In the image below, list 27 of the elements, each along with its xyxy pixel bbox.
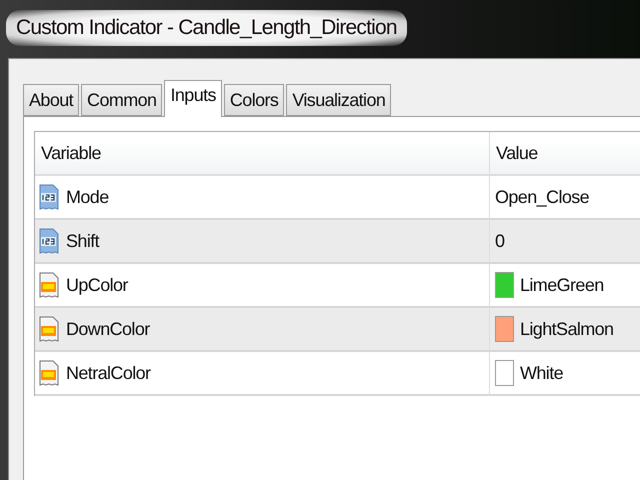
value-cell[interactable]: White (489, 352, 640, 396)
value-cell[interactable]: LightSalmon (489, 308, 640, 352)
value-text: LightSalmon (520, 318, 614, 340)
variable-name: UpColor (66, 274, 128, 296)
value-text: LimeGreen (520, 274, 604, 296)
value-text: 0 (495, 230, 504, 252)
tab[interactable]: Colors (224, 84, 284, 116)
tab[interactable]: Common (81, 84, 162, 116)
variable-name: DownColor (66, 318, 150, 340)
tab[interactable]: About (23, 84, 80, 116)
value-cell[interactable]: LimeGreen (489, 264, 640, 308)
value-cell[interactable]: Open_Close (489, 176, 640, 220)
value-cell[interactable]: 0 (489, 220, 640, 264)
color-icon (38, 271, 60, 299)
number-icon (38, 183, 60, 211)
window-title: Custom Indicator - Candle_Length_Direction (6, 10, 407, 46)
value-text: White (520, 362, 564, 384)
tab[interactable]: Inputs (164, 80, 222, 117)
value-text: Open_Close (495, 186, 590, 208)
color-icon (38, 315, 60, 343)
number-icon (38, 227, 60, 255)
color-icon (38, 359, 60, 387)
tab[interactable]: Visualization (286, 84, 392, 116)
column-header[interactable]: Value (489, 132, 640, 176)
variable-name: NetralColor (66, 362, 150, 384)
variable-name: Shift (66, 230, 100, 252)
variable-name: Mode (66, 186, 109, 208)
